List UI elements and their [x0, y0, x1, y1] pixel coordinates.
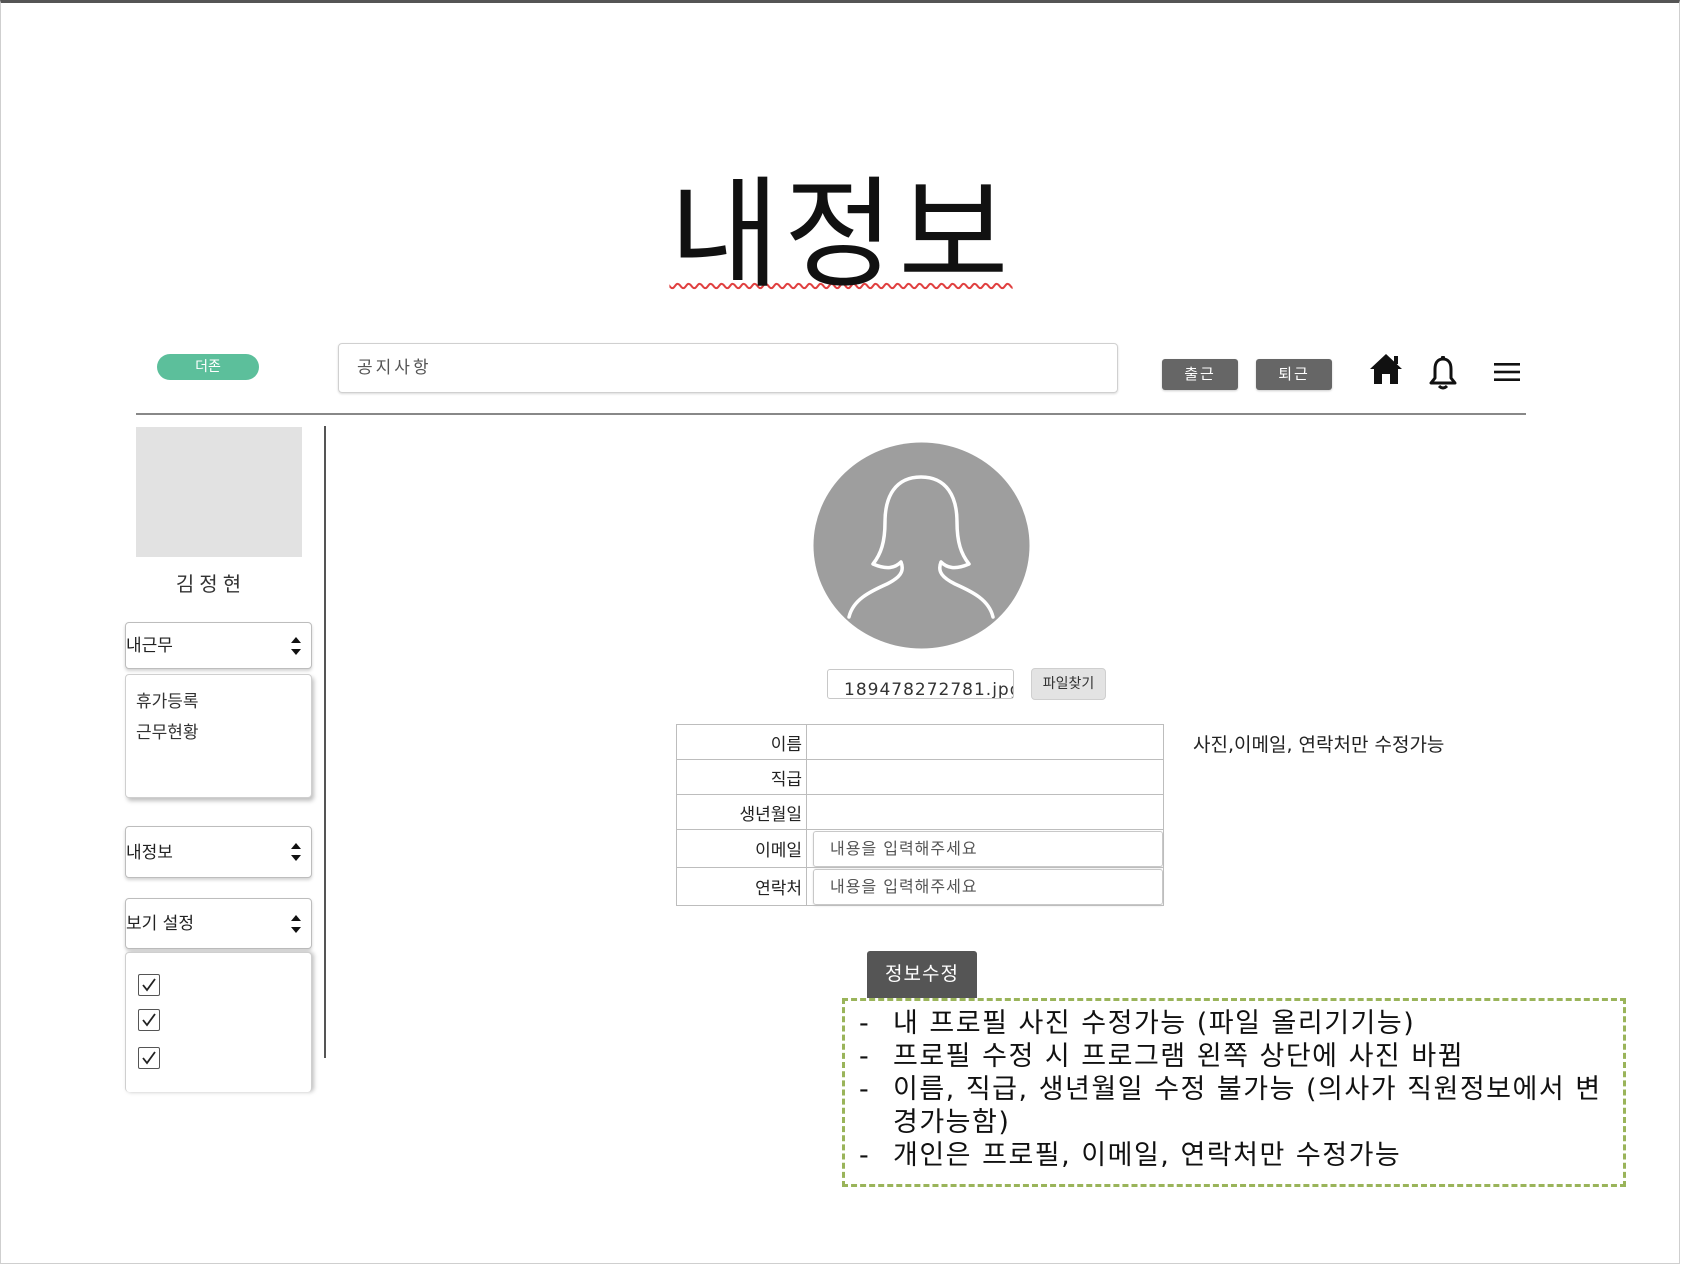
field-cell-email: 내용을 입력해주세요 [806, 829, 1164, 868]
info-select-value: 내정보 [126, 843, 173, 863]
edit-info-button[interactable]: 정보수정 [867, 951, 977, 998]
field-label-name: 이름 [676, 724, 807, 760]
memo-line-text: 개인은 프로필, 이메일, 연락처만 수정가능 [893, 1140, 1402, 1171]
profile-file-input[interactable]: 189478272781.jpg [827, 669, 1014, 699]
person-silhouette-icon[interactable] [813, 442, 1030, 649]
bell-icon[interactable] [1428, 355, 1458, 391]
memo-dash: - [859, 1041, 871, 1072]
spec-memo-box: -내 프로필 사진 수정가능 (파일 올리기기능) - 프로필 수정 시 프로그램… [842, 998, 1626, 1187]
table-row: 생년월일 [676, 794, 1164, 830]
clock-out-button[interactable]: 퇴근 [1256, 359, 1332, 390]
memo-line: -내 프로필 사진 수정가능 (파일 올리기기능) [859, 1007, 1623, 1040]
view-settings-select[interactable]: 보기 설정 [125, 898, 312, 949]
header-divider [136, 413, 1526, 415]
file-browse-button[interactable]: 파일찾기 [1031, 668, 1106, 700]
notice-bar[interactable]: 공지사항 [338, 343, 1118, 393]
table-row: 이메일 내용을 입력해주세요 [676, 829, 1164, 868]
email-field[interactable]: 내용을 입력해주세요 [813, 830, 1163, 867]
memo-dash: - [859, 1140, 871, 1171]
view-select-value: 보기 설정 [126, 914, 194, 934]
field-label-position: 직급 [676, 759, 807, 795]
menu-item-leave-register[interactable]: 휴가등록 [136, 687, 199, 712]
work-select-value: 내근무 [126, 636, 173, 656]
page-title: 내정보 [669, 166, 1013, 306]
work-menu-list: 휴가등록 근무현황 [125, 674, 312, 798]
phone-field[interactable]: 내용을 입력해주세요 [813, 868, 1163, 905]
view-checkbox-1[interactable] [138, 974, 160, 996]
table-row: 연락처 내용을 입력해주세요 [676, 867, 1164, 906]
profile-info-table: 이름 직급 생년월일 이메일 내용을 입력해주세요 연락처 내용을 입력해주세요 [676, 724, 1164, 906]
brand-logo[interactable]: 더존 [157, 354, 259, 380]
memo-line-text: 이름, 직급, 생년월일 수정 불가능 (의사가 직원정보에서 변경가능함) [893, 1074, 1602, 1138]
memo-line-text: 내 프로필 사진 수정가능 (파일 올리기기능) [893, 1008, 1416, 1039]
work-select[interactable]: 내근무 [125, 622, 312, 669]
field-label-email: 이메일 [676, 829, 807, 868]
sidebar-profile-photo [136, 427, 302, 557]
home-icon[interactable] [1368, 352, 1404, 386]
field-label-birthdate: 생년월일 [676, 794, 807, 830]
view-checkbox-2[interactable] [138, 1009, 160, 1031]
view-checkbox-3[interactable] [138, 1047, 160, 1069]
view-settings-panel [125, 952, 312, 1092]
field-value-birthdate [806, 794, 1164, 830]
memo-dash: - [859, 1074, 871, 1105]
memo-line-text: 프로필 수정 시 프로그램 왼쪽 상단에 사진 바뀜 [893, 1041, 1465, 1072]
sidebar-user-name: 김정현 [175, 572, 247, 596]
memo-line: - 개인은 프로필, 이메일, 연락처만 수정가능 [859, 1139, 1623, 1172]
info-select[interactable]: 내정보 [125, 826, 312, 878]
table-row: 직급 [676, 759, 1164, 795]
field-cell-phone: 내용을 입력해주세요 [806, 867, 1164, 906]
checkmark-icon [142, 978, 156, 992]
menu-icon[interactable] [1494, 362, 1520, 382]
memo-line: - 이름, 직급, 생년월일 수정 불가능 (의사가 직원정보에서 변경가능함) [859, 1073, 1623, 1139]
field-label-phone: 연락처 [676, 867, 807, 906]
select-arrows-icon [291, 843, 301, 861]
memo-line: - 프로필 수정 시 프로그램 왼쪽 상단에 사진 바뀜 [859, 1040, 1623, 1073]
sidebar-divider [324, 426, 326, 1058]
memo-dash: - [859, 1008, 871, 1039]
editable-fields-note: 사진,이메일, 연락처만 수정가능 [1193, 734, 1445, 756]
select-arrows-icon [291, 636, 301, 655]
menu-item-work-status[interactable]: 근무현황 [136, 718, 199, 743]
checkmark-icon [142, 1051, 156, 1065]
checkmark-icon [142, 1013, 156, 1027]
field-value-name [806, 724, 1164, 760]
field-value-position [806, 759, 1164, 795]
table-row: 이름 [676, 724, 1164, 760]
clock-in-button[interactable]: 출근 [1162, 359, 1238, 390]
select-arrows-icon [291, 914, 301, 933]
